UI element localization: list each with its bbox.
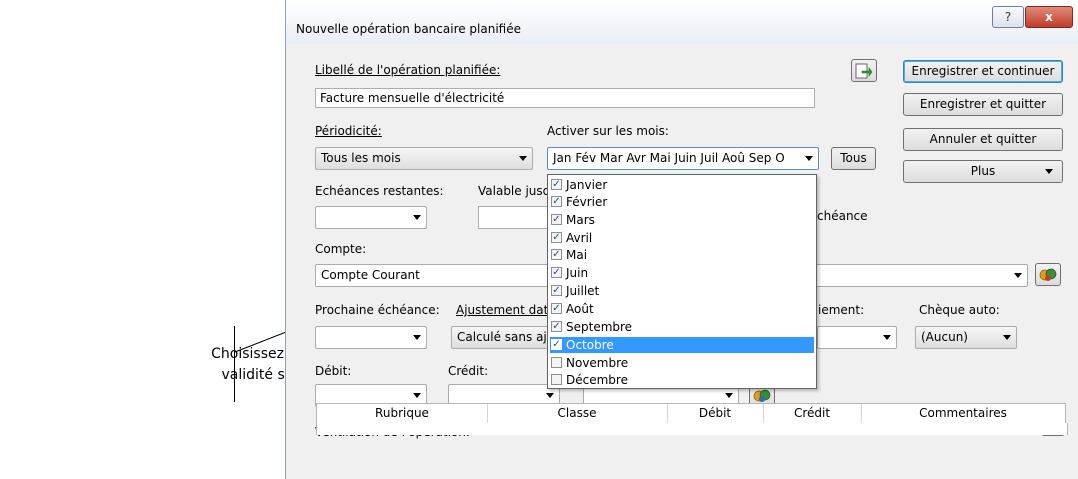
- valable-input[interactable]: [478, 206, 548, 229]
- month-checkbox[interactable]: ✓: [551, 303, 562, 314]
- month-label: Septembre: [566, 320, 633, 334]
- close-button[interactable]: x: [1025, 6, 1073, 28]
- column-header-credit[interactable]: Crédit: [763, 404, 862, 423]
- title-bar: Nouvelle opération bancaire planifiée ? …: [286, 0, 1078, 44]
- compte-value: Compte Courant: [321, 268, 420, 282]
- chevron-down-icon: [883, 334, 891, 340]
- more-button-label: Plus: [970, 164, 996, 178]
- all-months-button[interactable]: Tous: [831, 147, 876, 170]
- help-button[interactable]: ?: [992, 6, 1024, 28]
- month-label: Mars: [566, 213, 595, 227]
- prochaine-select[interactable]: [315, 326, 427, 349]
- month-checkbox[interactable]: ✓: [551, 179, 562, 190]
- cheque-select[interactable]: (Aucun): [915, 326, 1017, 349]
- month-label: Février: [566, 195, 608, 209]
- month-checkbox[interactable]: [551, 374, 562, 385]
- valable-label: Valable jusq: [478, 184, 551, 198]
- month-label: Janvier: [566, 178, 608, 192]
- periodicite-value: Tous les mois: [321, 151, 401, 165]
- compte-label: Compte:: [315, 242, 367, 256]
- month-label: Novembre: [566, 356, 629, 370]
- chevron-down-icon: [413, 214, 421, 220]
- accounts-icon: [753, 389, 771, 402]
- month-item-juin[interactable]: ✓ Juin: [550, 265, 814, 281]
- column-header-rubrique[interactable]: Rubrique: [317, 404, 488, 423]
- chevron-down-icon: [725, 392, 733, 398]
- months-select[interactable]: Jan Fév Mar Avr Mai Juin Juil Aoû Sep O: [547, 147, 819, 170]
- month-item-fevrier[interactable]: ✓ Février: [550, 194, 814, 210]
- paiement-label: iement:: [818, 303, 865, 317]
- month-label: Décembre: [566, 373, 628, 387]
- activer-label: Activer sur les mois:: [547, 124, 669, 138]
- months-dropdown-list: ✓ Janvier ✓ Février ✓ Mars ✓ Avril ✓ Mai…: [547, 174, 817, 389]
- echeances-select[interactable]: [315, 206, 427, 229]
- cheque-value: (Aucun): [921, 330, 968, 344]
- month-item-decembre[interactable]: Décembre: [550, 372, 814, 388]
- prochaine-label: Prochaine échéance:: [315, 303, 440, 317]
- debit-label: Débit:: [315, 364, 352, 378]
- month-checkbox[interactable]: [551, 357, 562, 368]
- ventilation-table-body: [316, 423, 1068, 435]
- column-header-debit[interactable]: Débit: [667, 404, 764, 423]
- chevron-down-icon: [805, 155, 813, 161]
- months-select-value: Jan Fév Mar Avr Mai Juin Juil Aoû Sep O: [553, 151, 785, 165]
- month-checkbox[interactable]: ✓: [551, 267, 562, 278]
- month-checkbox[interactable]: ✓: [551, 249, 562, 260]
- ajustement-label: Ajustement dat: [456, 303, 549, 317]
- libelle-input[interactable]: Facture mensuelle d'électricité: [315, 88, 815, 108]
- export-icon: [855, 63, 873, 79]
- save-continue-button[interactable]: Enregistrer et continuer: [903, 60, 1063, 83]
- month-item-octobre[interactable]: ✓ Octobre: [550, 337, 814, 353]
- credit-label: Crédit:: [448, 364, 489, 378]
- month-checkbox[interactable]: ✓: [551, 232, 562, 243]
- cancel-quit-button[interactable]: Annuler et quitter: [903, 128, 1063, 151]
- month-checkbox[interactable]: ✓: [551, 214, 562, 225]
- month-item-aout[interactable]: ✓ Août: [550, 301, 814, 317]
- month-item-septembre[interactable]: ✓ Septembre: [550, 319, 814, 335]
- month-checkbox[interactable]: ✓: [551, 321, 562, 332]
- chevron-down-icon: [546, 392, 554, 398]
- month-item-juillet[interactable]: ✓ Juillet: [550, 283, 814, 299]
- dialog-content: Libellé de l'opération planifiée: Factur…: [286, 44, 1078, 479]
- month-label: Mai: [566, 248, 588, 262]
- export-button[interactable]: [851, 59, 877, 82]
- month-checkbox[interactable]: ✓: [551, 196, 562, 207]
- libelle-label: Libellé de l'opération planifiée:: [315, 63, 501, 77]
- dialog-window: Nouvelle opération bancaire planifiée ? …: [285, 0, 1078, 479]
- column-header-commentaires[interactable]: Commentaires: [861, 404, 1065, 423]
- cheque-label: Chèque auto:: [919, 303, 1000, 317]
- ajustement-value: Calculé sans aj: [457, 330, 547, 344]
- month-label: Juin: [566, 266, 589, 280]
- month-checkbox[interactable]: ✓: [551, 339, 562, 350]
- echeances-label: Echéances restantes:: [315, 184, 444, 198]
- periodicite-label: Périodicité:: [315, 124, 382, 138]
- accounts-button[interactable]: [1035, 263, 1061, 286]
- month-checkbox[interactable]: ✓: [551, 285, 562, 296]
- chevron-down-icon: [1045, 168, 1053, 174]
- chevron-down-icon: [519, 155, 527, 161]
- month-item-janvier[interactable]: ✓ Janvier: [550, 177, 814, 193]
- month-label: Avril: [566, 231, 593, 245]
- month-item-mai[interactable]: ✓ Mai: [550, 247, 814, 263]
- periodicite-select[interactable]: Tous les mois: [315, 147, 533, 170]
- month-item-avril[interactable]: ✓ Avril: [550, 230, 814, 246]
- month-label: Juillet: [566, 284, 600, 298]
- paiement-select[interactable]: [817, 326, 897, 349]
- chevron-down-icon: [1003, 334, 1011, 340]
- month-label: Août: [566, 302, 594, 316]
- month-label: Octobre: [566, 338, 614, 352]
- month-item-mars[interactable]: ✓ Mars: [550, 212, 814, 228]
- month-item-novembre[interactable]: Novembre: [550, 355, 814, 371]
- column-header-classe[interactable]: Classe: [487, 404, 668, 423]
- ajustement-select[interactable]: Calculé sans aj: [451, 326, 551, 349]
- window-title: Nouvelle opération bancaire planifiée: [296, 22, 521, 36]
- chevron-down-icon: [413, 334, 421, 340]
- chevron-down-icon: [413, 392, 421, 398]
- chevron-down-icon: [1014, 272, 1022, 278]
- more-button[interactable]: Plus: [903, 160, 1063, 183]
- accounts-icon: [1039, 268, 1057, 281]
- echeance-checkbox-label: chéance: [817, 209, 868, 223]
- save-quit-button[interactable]: Enregistrer et quitter: [903, 93, 1063, 116]
- ventilation-table-header: Rubrique Classe Débit Crédit Commentaire…: [316, 403, 1066, 424]
